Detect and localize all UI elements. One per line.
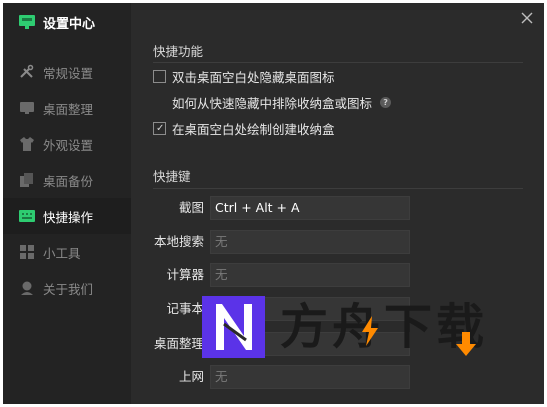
option-label: 双击桌面空白处隐藏桌面图标 [172,70,335,85]
hotkey-label: 本地搜索 [153,234,204,249]
user-icon [21,281,33,295]
checkbox-draw-create-box[interactable]: ✓ [153,122,166,135]
app-title: 设置中心 [43,16,96,32]
close-icon[interactable] [520,11,534,25]
checkbox-double-click-hide[interactable] [153,70,166,83]
hotkey-label: 上网 [178,369,204,384]
shirt-icon [20,137,34,151]
help-link-exclude[interactable]: 如何从快速隐藏中排除收纳盒或图标 ? [172,93,392,112]
section-divider [153,188,523,189]
section-title-quick-functions: 快捷功能 [153,44,204,59]
sidebar-item-label: 外观设置 [43,137,94,153]
hotkey-label: 桌面整理 [153,336,204,351]
check-icon: ✓ [156,123,165,134]
app-header: 设置中心 [19,12,95,32]
hotkey-row-calculator: 计算器 无 [131,263,431,287]
grid-icon [20,245,34,259]
hotkey-input-local-search[interactable]: 无 [210,230,410,254]
sidebar-item-widgets[interactable]: 小工具 [3,234,131,270]
help-link-label: 如何从快速隐藏中排除收纳盒或图标 [172,96,373,111]
sidebar-item-shortcuts[interactable]: 快捷操作 [3,198,131,234]
download-arrow-icon [456,332,476,356]
option-label: 在桌面空白处绘制创建收纳盒 [172,122,335,137]
sidebar-item-desktop-organize[interactable]: 桌面整理 [3,90,131,126]
help-icon[interactable]: ? [380,97,392,108]
sidebar-nav: 常规设置 桌面整理 外观设置 桌面备份 快捷操作 小工具 关于我们 [3,54,131,306]
hotkey-input-screenshot[interactable]: Ctrl + Alt + A [210,196,410,220]
hotkey-label: 计算器 [166,267,204,282]
option-double-click-hide[interactable]: 双击桌面空白处隐藏桌面图标 [153,67,335,86]
hotkey-row-internet: 上网 无 [131,365,431,389]
sidebar-item-backup[interactable]: 桌面备份 [3,162,131,198]
sidebar-item-label: 快捷操作 [43,209,94,225]
tools-icon [20,64,34,78]
section-divider [153,62,523,63]
sidebar-item-label: 关于我们 [43,281,94,297]
hotkey-row-local-search: 本地搜索 无 [131,230,431,254]
sidebar-item-label: 桌面整理 [43,101,94,117]
watermark: 方舟下载 [202,296,502,358]
hotkey-label: 截图 [178,200,204,215]
hotkey-row-screenshot: 截图 Ctrl + Alt + A [131,196,431,220]
lightning-icon [362,316,378,346]
sidebar: 设置中心 常规设置 桌面整理 外观设置 桌面备份 快捷操作 小工具 关于我们 [3,3,131,404]
sidebar-item-appearance[interactable]: 外观设置 [3,126,131,162]
hotkey-input-calculator[interactable]: 无 [210,263,410,287]
keyboard-icon [19,210,35,222]
sidebar-item-label: 常规设置 [43,65,94,81]
hotkey-input-internet[interactable]: 无 [210,365,410,389]
sidebar-item-label: 桌面备份 [43,173,94,189]
backup-icon [20,173,33,187]
monitor-icon [19,15,35,29]
sidebar-item-general[interactable]: 常规设置 [3,54,131,90]
monitor-icon [20,102,34,114]
sidebar-item-about[interactable]: 关于我们 [3,270,131,306]
hotkey-label: 记事本 [166,301,204,316]
option-draw-create-box[interactable]: ✓ 在桌面空白处绘制创建收纳盒 [153,119,335,138]
sidebar-item-label: 小工具 [43,245,81,261]
section-title-hotkeys: 快捷键 [153,169,191,184]
